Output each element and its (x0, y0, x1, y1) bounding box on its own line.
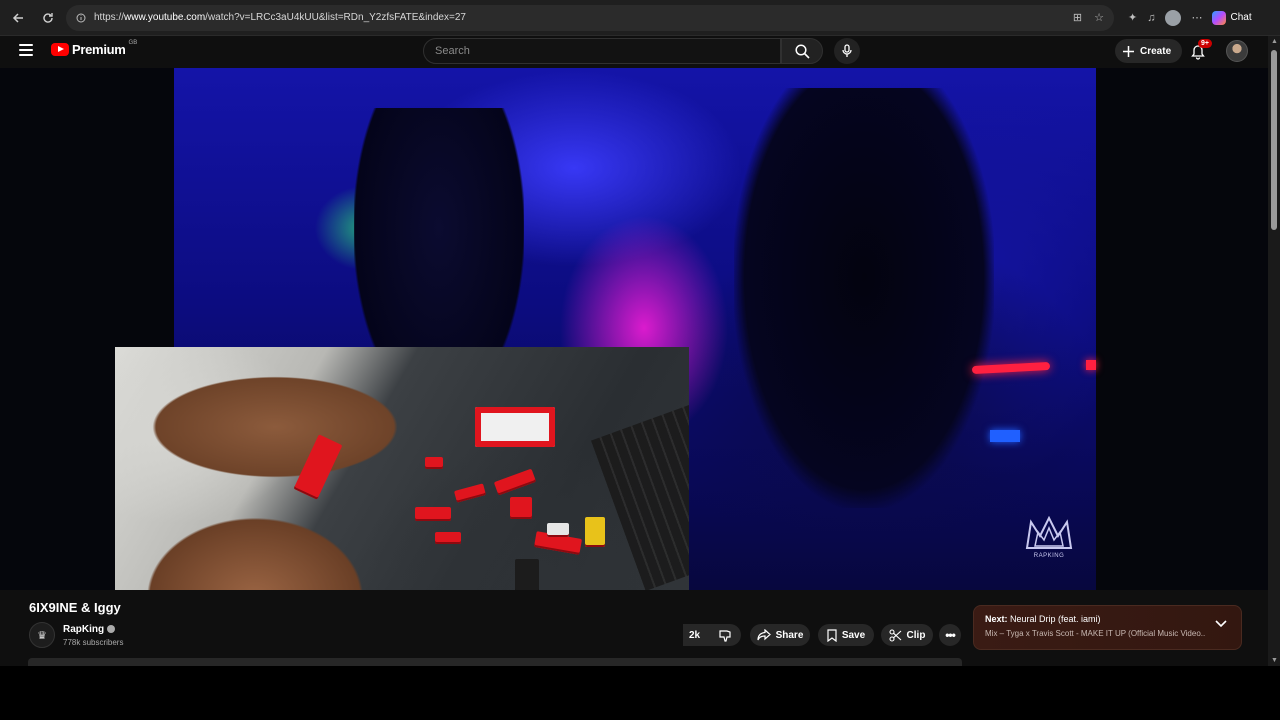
dislike-button[interactable] (709, 624, 741, 646)
share-icon (756, 629, 771, 641)
browser-toolbar: https://www.youtube.com/watch?v=LRCc3aU4… (0, 0, 1280, 36)
description-box[interactable] (28, 658, 962, 666)
copilot-label: Chat (1230, 12, 1252, 23)
logo-text: Premium (72, 42, 126, 57)
bottom-black-area (0, 666, 1280, 720)
video-info-panel: 6IX9INE & Iggy ♛ RapKing 778k subscriber… (0, 590, 1268, 666)
create-label: Create (1140, 45, 1172, 57)
plus-icon (1123, 45, 1134, 57)
lego-brick (475, 407, 555, 447)
search-icon (794, 43, 810, 59)
video-red-light-small (1086, 360, 1096, 370)
next-video-title: Next: Neural Drip (feat. iami) (985, 614, 1101, 624)
extensions-icon[interactable]: ✦ (1128, 11, 1137, 24)
account-avatar[interactable] (1226, 40, 1248, 62)
share-button[interactable]: Share (750, 624, 810, 646)
lego-brick (415, 507, 451, 521)
search-input[interactable] (435, 45, 780, 57)
microphone-icon (842, 44, 852, 57)
video-blue-light (990, 430, 1020, 442)
lego-brick (515, 559, 539, 593)
scissors-icon (888, 628, 901, 642)
notifications-button[interactable]: 9+ (1188, 39, 1212, 63)
youtube-premium-logo[interactable]: Premium GB (51, 39, 138, 57)
page-scrollbar[interactable]: ▲ ▼ (1268, 36, 1280, 666)
more-actions-button[interactable]: ••• (939, 624, 961, 646)
save-label: Save (841, 629, 866, 641)
lego-brick (425, 457, 443, 469)
bookmark-icon (827, 628, 837, 642)
browser-profile-avatar[interactable] (1165, 9, 1182, 26)
next-video-subtitle: Mix – Tyga x Travis Scott - MAKE IT UP (… (985, 629, 1205, 638)
lego-brick (493, 468, 537, 496)
more-icon: ••• (945, 628, 956, 642)
crown-icon: ♛ (37, 629, 47, 642)
clip-label: Clip (906, 629, 926, 641)
scroll-down-icon[interactable]: ▼ (1271, 657, 1278, 664)
url-text: https://www.youtube.com/watch?v=LRCc3aU4… (94, 12, 466, 23)
lego-brick (510, 497, 532, 519)
voice-search-button[interactable] (834, 38, 860, 64)
youtube-play-icon (51, 43, 69, 56)
scroll-thumb[interactable] (1271, 50, 1277, 230)
browser-menu-icon[interactable]: ⋯ (1191, 11, 1202, 24)
create-button[interactable]: Create (1115, 39, 1183, 63)
reload-icon[interactable] (36, 6, 60, 30)
channel-name[interactable]: RapKing (63, 624, 116, 635)
save-button[interactable]: Save (818, 624, 874, 646)
lego-brick (435, 532, 461, 544)
channel-avatar[interactable]: ♛ (29, 622, 55, 648)
clip-button[interactable]: Clip (881, 624, 933, 646)
video-title: 6IX9INE & Iggy (29, 600, 121, 615)
share-label: Share (775, 629, 804, 641)
scroll-up-icon[interactable]: ▲ (1271, 38, 1278, 45)
menu-icon[interactable] (19, 44, 33, 56)
back-icon[interactable] (6, 6, 30, 30)
crown-icon (1025, 516, 1073, 549)
next-video-card[interactable]: Next: Neural Drip (feat. iami) Mix – Tyg… (973, 605, 1242, 650)
media-control-icon[interactable]: ♫ (1147, 12, 1155, 24)
watermark-text: RAPKING (1033, 553, 1065, 559)
site-info-icon[interactable] (76, 13, 86, 23)
subscriber-count: 778k subscribers (63, 638, 124, 647)
chevron-down-icon[interactable] (1215, 620, 1227, 628)
pip-keyboard (590, 403, 689, 591)
verified-icon (107, 625, 116, 634)
copilot-icon (1212, 10, 1227, 25)
search-box (423, 38, 781, 64)
lego-brick (453, 483, 487, 503)
youtube-header: Premium GB Create 9+ (0, 36, 1268, 68)
video-figure-right (734, 88, 994, 508)
address-bar[interactable]: https://www.youtube.com/watch?v=LRCc3aU4… (66, 4, 1114, 31)
app-available-icon[interactable]: ⊞ (1073, 11, 1082, 24)
lego-brick (547, 523, 569, 537)
copilot-chat-button[interactable]: Chat (1212, 10, 1252, 25)
like-count[interactable]: 2k (683, 624, 709, 646)
logo-region: GB (128, 39, 138, 46)
rapking-watermark: RAPKING (1022, 516, 1076, 564)
search-button[interactable] (781, 38, 823, 64)
notification-badge: 9+ (1198, 39, 1212, 48)
favorite-star-icon[interactable]: ☆ (1094, 11, 1104, 24)
lego-brick (585, 517, 605, 547)
thumbs-down-icon (718, 629, 731, 642)
